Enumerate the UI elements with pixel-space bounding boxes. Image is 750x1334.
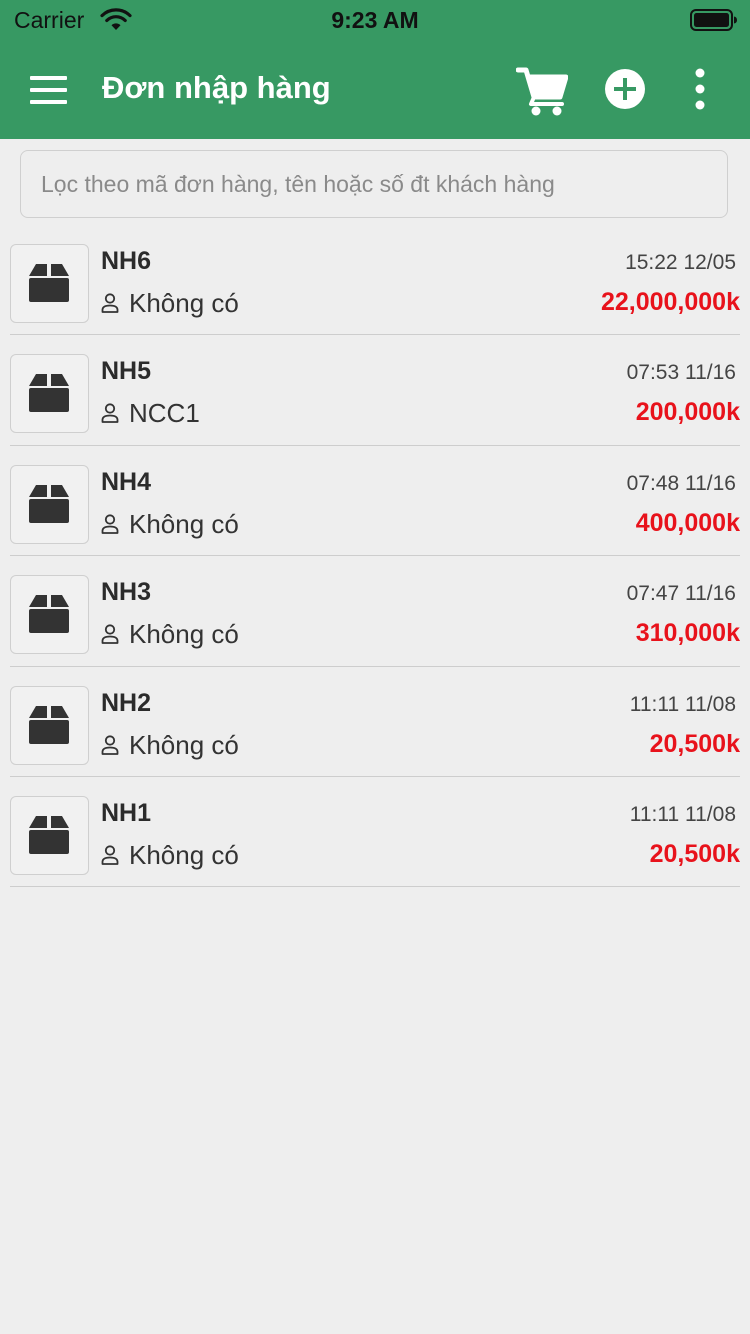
status-bar: Carrier 9:23 AM	[0, 0, 750, 40]
box-thumbnail	[10, 795, 89, 875]
package-icon	[29, 484, 69, 523]
order-row[interactable]: NH1 Không có 11:11 11/08 20,500k	[10, 777, 740, 888]
order-code: NH1	[101, 798, 152, 827]
order-amount: 200,000k	[635, 398, 740, 427]
package-icon	[29, 705, 69, 744]
status-time: 9:23 AM	[331, 7, 419, 33]
search-box	[20, 150, 728, 218]
person-icon	[101, 624, 119, 645]
person-icon	[101, 293, 119, 313]
order-time: 11:11 11/08	[629, 692, 736, 716]
order-code: NH6	[101, 247, 152, 275]
menu-icon[interactable]	[30, 76, 68, 104]
supplier-name: Không có	[129, 288, 239, 318]
order-code: NH2	[101, 688, 152, 717]
order-amount: 22,000,000k	[600, 288, 740, 316]
order-list: NH6 Không có 15:22 12/05 22,000,000k NH5	[10, 225, 740, 888]
order-code: NH4	[101, 467, 152, 496]
package-icon	[29, 374, 69, 413]
order-row[interactable]: NH5 NCC1 07:53 11/16 200,000k	[10, 335, 740, 446]
search-input[interactable]	[41, 151, 711, 217]
order-code: NH5	[101, 357, 152, 386]
order-time: 07:48 11/16	[626, 471, 736, 495]
box-thumbnail	[10, 464, 89, 544]
page-title: Đơn nhập hàng	[102, 70, 331, 105]
box-thumbnail	[10, 575, 89, 655]
box-thumbnail	[10, 685, 89, 765]
package-icon	[29, 264, 69, 302]
add-icon[interactable]	[604, 68, 646, 110]
supplier-name: NCC1	[129, 398, 200, 429]
order-row[interactable]: NH4 Không có 07:48 11/16 400,000k	[10, 446, 740, 557]
order-amount: 20,500k	[649, 839, 740, 868]
box-thumbnail	[10, 244, 89, 323]
person-icon	[101, 734, 119, 755]
order-time: 11:11 11/08	[629, 802, 736, 826]
order-amount: 310,000k	[635, 619, 740, 648]
cart-icon[interactable]	[515, 66, 569, 116]
package-icon	[29, 595, 69, 634]
more-vertical-icon[interactable]	[690, 68, 710, 110]
supplier-name: Không có	[129, 508, 239, 539]
order-time: 07:47 11/16	[626, 582, 736, 606]
supplier-name: Không có	[129, 729, 239, 760]
supplier-name: Không có	[129, 839, 239, 870]
battery-icon	[690, 9, 738, 31]
order-code: NH3	[101, 578, 152, 607]
supplier-name: Không có	[129, 619, 239, 650]
person-icon	[101, 514, 119, 534]
app-header: Carrier 9:23 AM Đơn nhập hàng	[0, 0, 750, 139]
person-icon	[101, 845, 119, 865]
order-time: 07:53 11/16	[626, 361, 736, 385]
person-icon	[101, 403, 119, 424]
order-time: 15:22 12/05	[625, 251, 736, 274]
order-row[interactable]: NH6 Không có 15:22 12/05 22,000,000k	[10, 225, 740, 336]
app-bar: Đơn nhập hàng	[0, 40, 750, 139]
package-icon	[29, 815, 69, 854]
order-row[interactable]: NH2 Không có 11:11 11/08 20,500k	[10, 667, 740, 777]
order-amount: 400,000k	[635, 508, 740, 537]
box-thumbnail	[10, 354, 89, 434]
order-amount: 20,500k	[649, 729, 740, 758]
order-row[interactable]: NH3 Không có 07:47 11/16 310,000k	[10, 556, 740, 667]
